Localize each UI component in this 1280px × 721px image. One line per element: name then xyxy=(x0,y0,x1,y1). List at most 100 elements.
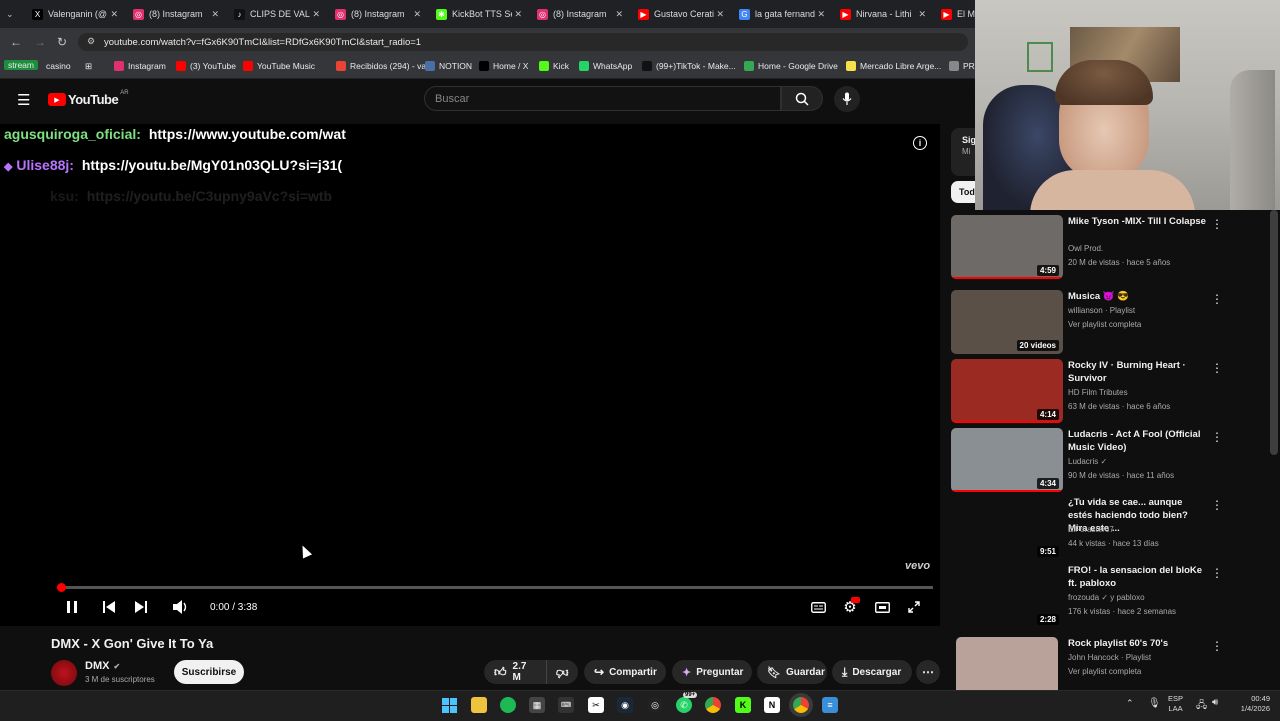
close-tab-icon[interactable]: ✕ xyxy=(110,9,118,20)
video-card-channel[interactable]: John Hancock · Playlist xyxy=(1068,651,1151,664)
steam-icon[interactable]: ◉ xyxy=(617,697,633,713)
bookmark-item[interactable]: stream xyxy=(4,60,38,70)
theater-mode-button[interactable] xyxy=(873,598,891,616)
browser-tab[interactable]: ✱ KickBot TTS Se ✕ xyxy=(436,4,522,24)
video-card-channel[interactable]: ElForastero7 xyxy=(1068,523,1114,536)
obs-icon[interactable]: ◎ xyxy=(647,697,663,713)
save-button[interactable]: 🔖︎ Guardar xyxy=(757,660,827,684)
info-icon[interactable]: i xyxy=(913,136,927,150)
more-options-icon[interactable]: ⋮ xyxy=(1211,292,1223,306)
browser-tab[interactable]: ◎ (8) Instagram ✕ xyxy=(537,4,623,24)
app-icon[interactable]: ⌨ xyxy=(558,697,574,713)
search-button[interactable] xyxy=(781,86,823,111)
like-button[interactable]: 👍︎ 2.7 M xyxy=(484,660,546,684)
file-explorer-icon[interactable] xyxy=(471,697,487,713)
voice-search-button[interactable] xyxy=(834,86,860,112)
bookmark-item[interactable]: Kick xyxy=(539,61,569,71)
volume-button[interactable] xyxy=(172,598,190,616)
settings-button[interactable]: ⚙ xyxy=(841,597,860,616)
capcut-icon[interactable]: ✂ xyxy=(588,697,604,713)
tray-mic-icon[interactable]: 🎙︎ xyxy=(1148,698,1161,709)
subscribe-button[interactable]: Suscribirse xyxy=(174,660,244,684)
browser-tab[interactable]: ◎ (8) Instagram ✕ xyxy=(133,4,219,24)
recommended-video-card[interactable]: 20 videos Musica 👿 😎 willianson · Playlist… xyxy=(951,290,1271,354)
recommended-video-card[interactable]: 9:51 ¿Tu vida se cae... aunque estés haci… xyxy=(951,496,1271,560)
store-icon[interactable]: ▦ xyxy=(529,697,545,713)
address-bar[interactable]: ⚙ youtube.com/watch?v=fGx6K90TmCI&list=R… xyxy=(78,33,968,51)
search-input[interactable]: Buscar xyxy=(424,86,781,111)
reload-icon[interactable]: ↻ xyxy=(57,35,67,49)
more-options-icon[interactable]: ⋮ xyxy=(1211,430,1223,444)
close-tab-icon[interactable]: ✕ xyxy=(211,9,219,20)
video-card-channel[interactable]: willianson · Playlist xyxy=(1068,304,1135,317)
more-actions-button[interactable]: ⋯ xyxy=(916,660,940,684)
video-thumbnail[interactable]: 4:14 xyxy=(951,359,1063,423)
pause-button[interactable] xyxy=(64,598,80,616)
ask-button[interactable]: ✦ Preguntar xyxy=(672,660,752,684)
close-tab-icon[interactable]: ✕ xyxy=(312,9,320,20)
progress-bar[interactable] xyxy=(57,586,933,589)
site-info-icon[interactable]: ⚙ xyxy=(87,36,95,47)
notepad-icon[interactable]: ≡ xyxy=(822,697,838,713)
bookmark-item[interactable]: casino xyxy=(46,61,71,71)
back-icon[interactable]: ← xyxy=(10,35,22,49)
fullscreen-button[interactable] xyxy=(906,598,922,616)
subtitles-button[interactable] xyxy=(809,598,827,616)
browser-tab[interactable]: X Valenganin (@ ✕ xyxy=(32,4,118,24)
browser-tab[interactable]: ◎ (8) Instagram ✕ xyxy=(335,4,421,24)
bookmark-item[interactable]: Home / X xyxy=(479,61,528,71)
download-button[interactable]: ⤓ Descargar xyxy=(832,660,912,684)
browser-tab[interactable]: Gla gata fernand ✕ xyxy=(739,4,825,24)
forward-icon[interactable]: → xyxy=(34,35,46,49)
next-button[interactable] xyxy=(133,598,149,616)
recommended-video-card[interactable]: 2:28 FRO! - la sensacion del bloKe ft. pa… xyxy=(951,564,1271,628)
speaker-icon[interactable]: 🔊︎ xyxy=(1212,697,1218,708)
channel-name[interactable]: DMX ✔ xyxy=(85,660,120,672)
recommended-video-card[interactable]: 4:34 Ludacris - Act A Fool (Official Musi… xyxy=(951,428,1271,492)
bookmark-item[interactable]: (3) YouTube xyxy=(176,61,236,71)
bookmark-item[interactable]: Home - Google Drive xyxy=(744,61,838,71)
video-card-title[interactable]: Mike Tyson -MIX- Till I Colapse xyxy=(1068,215,1208,228)
bookmark-item[interactable]: PR xyxy=(949,61,975,71)
tab-search-button[interactable]: ⌄ xyxy=(6,4,14,24)
sidebar-scrollbar[interactable] xyxy=(1270,210,1278,455)
close-tab-icon[interactable]: ✕ xyxy=(514,9,522,20)
notion-icon[interactable]: N xyxy=(764,697,780,713)
start-button[interactable] xyxy=(441,697,457,713)
video-card-channel[interactable]: frozouda ✓ y pabloxo xyxy=(1068,591,1145,604)
tray-chevron-icon[interactable]: ⌃ xyxy=(1126,698,1134,709)
progress-scrubber[interactable] xyxy=(57,583,66,592)
more-options-icon[interactable]: ⋮ xyxy=(1211,361,1223,375)
close-tab-icon[interactable]: ✕ xyxy=(817,9,825,20)
share-button[interactable]: ↪ Compartir xyxy=(584,660,666,684)
close-tab-icon[interactable]: ✕ xyxy=(413,9,421,20)
video-card-channel[interactable]: Owl Prod. xyxy=(1068,242,1103,255)
spotify-icon[interactable] xyxy=(500,697,516,713)
channel-avatar[interactable] xyxy=(51,660,77,686)
browser-tab[interactable]: ♪ CLIPS DE VALE ✕ xyxy=(234,4,320,24)
clock[interactable]: 00:49 1/4/2026 xyxy=(1228,694,1270,714)
chrome-active-icon[interactable] xyxy=(793,697,809,713)
more-options-icon[interactable]: ⋮ xyxy=(1211,217,1223,231)
recommended-video-card[interactable]: 4:14 Rocky IV · Burning Heart · Survivor H… xyxy=(951,359,1271,423)
close-tab-icon[interactable]: ✕ xyxy=(615,9,623,20)
language-indicator[interactable]: ESP LAA xyxy=(1168,694,1183,714)
kick-icon[interactable]: K xyxy=(735,697,751,713)
video-card-channel[interactable]: HD Film Tributes xyxy=(1068,386,1128,399)
bookmark-item[interactable]: Mercado Libre Arge... xyxy=(846,61,941,71)
bookmark-item[interactable]: Instagram xyxy=(114,61,166,71)
previous-button[interactable] xyxy=(101,598,117,616)
video-thumbnail[interactable]: 9:51 xyxy=(951,496,1063,560)
more-options-icon[interactable]: ⋮ xyxy=(1211,639,1223,653)
video-card-title[interactable]: Musica 👿 😎 xyxy=(1068,290,1208,303)
video-thumbnail[interactable]: 4:59 xyxy=(951,215,1063,279)
video-card-channel[interactable]: Ludacris ✓ xyxy=(1068,455,1107,468)
youtube-logo[interactable]: ▶ YouTube AR xyxy=(48,90,129,107)
menu-icon[interactable]: ☰ xyxy=(17,91,30,109)
browser-tab[interactable]: ▶ Gustavo Cerati ✕ xyxy=(638,4,724,24)
more-options-icon[interactable]: ⋮ xyxy=(1211,566,1223,580)
chrome-icon[interactable] xyxy=(705,697,721,713)
video-thumbnail[interactable]: 4:34 xyxy=(951,428,1063,492)
bookmark-item[interactable]: (99+)TikTok - Make... xyxy=(642,61,736,71)
bookmark-item[interactable]: WhatsApp xyxy=(579,61,632,71)
